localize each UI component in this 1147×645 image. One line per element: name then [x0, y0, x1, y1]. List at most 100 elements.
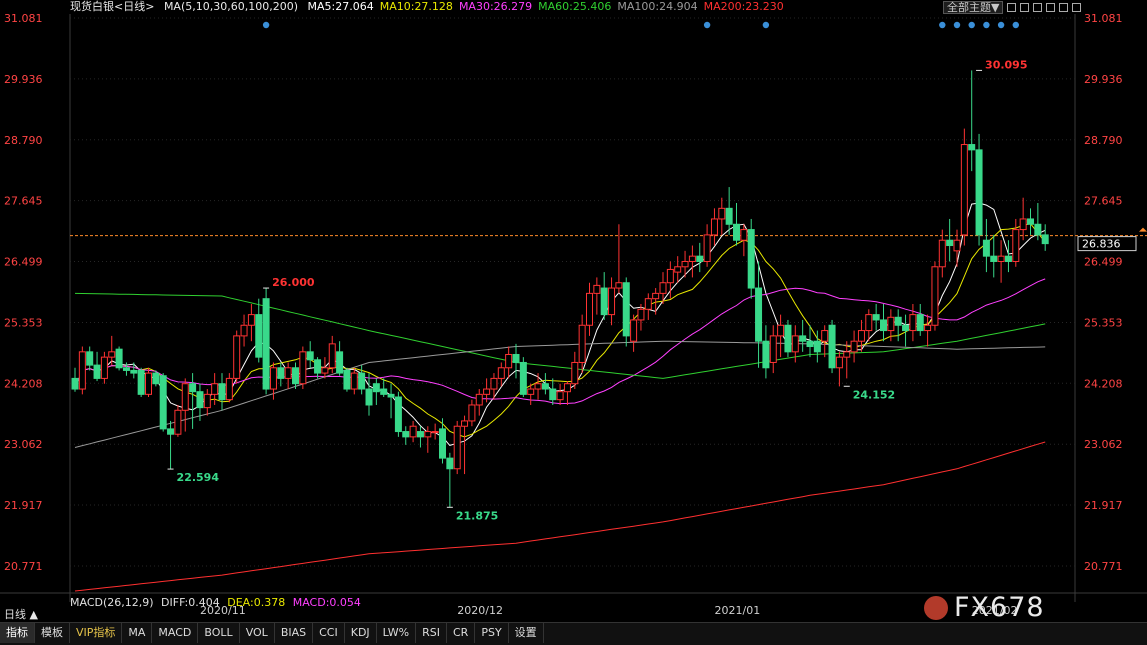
- tab-1[interactable]: 模板: [35, 623, 70, 643]
- window-icon[interactable]: [1007, 2, 1017, 12]
- candle-up: [461, 415, 469, 475]
- candle-up: [497, 362, 505, 387]
- candle-body: [181, 383, 189, 411]
- candle-up: [924, 314, 932, 347]
- candle-down: [277, 362, 285, 387]
- candle-body: [541, 383, 549, 390]
- candle-body: [159, 375, 167, 430]
- fx678-logo-icon: [924, 595, 948, 620]
- candle-body: [78, 351, 86, 390]
- tab-0[interactable]: 指标: [0, 623, 35, 643]
- candle-up: [769, 325, 777, 374]
- candle-body: [968, 144, 976, 151]
- candle-body: [821, 330, 829, 342]
- y-tick-left: 26.499: [4, 256, 43, 269]
- candle-body: [218, 383, 226, 401]
- candle-body: [299, 351, 307, 385]
- candle-up: [850, 330, 858, 363]
- candle-body: [931, 266, 939, 326]
- candle-up: [578, 314, 586, 374]
- candle-body: [321, 367, 329, 374]
- candle-body: [563, 383, 571, 393]
- candle-down: [189, 373, 197, 429]
- candle-down: [549, 378, 557, 405]
- tab-7[interactable]: BIAS: [275, 623, 314, 643]
- ma-values: MA5:27.064 MA10:27.128 MA30:26.279 MA60:25.…: [308, 0, 790, 13]
- tab-11[interactable]: RSI: [416, 623, 447, 643]
- y-axis: 31.081 31.081 29.936 29.936 28.790 28.790 27.6…: [4, 12, 1147, 573]
- tab-13[interactable]: PSY: [475, 623, 509, 643]
- candle-up: [777, 314, 785, 358]
- candle-up: [630, 314, 638, 352]
- candle-body: [578, 324, 586, 363]
- period-selector[interactable]: 日线 ▲: [4, 606, 38, 622]
- y-tick-right: 23.062: [1084, 438, 1123, 451]
- candle-down: [255, 298, 263, 363]
- tab-14[interactable]: 设置: [509, 623, 544, 643]
- candle-down: [159, 373, 167, 432]
- candle-body: [835, 356, 843, 369]
- candle-down: [982, 218, 990, 273]
- low-label: 22.594: [177, 471, 220, 484]
- candle-body: [696, 255, 704, 262]
- candle-up: [718, 197, 726, 235]
- tab-2[interactable]: VIP指标: [70, 623, 123, 643]
- layout-icon[interactable]: [1046, 2, 1056, 12]
- candle-down: [733, 203, 740, 246]
- candle-up: [468, 399, 476, 427]
- expand-icon[interactable]: [1059, 2, 1069, 12]
- tab-4[interactable]: MACD: [152, 623, 199, 643]
- close-icon[interactable]: [1072, 2, 1082, 12]
- ma-value-label: MA100:24.904: [617, 0, 698, 13]
- candle-body: [1034, 223, 1042, 236]
- candle-body: [358, 372, 366, 390]
- candle-up: [681, 250, 689, 278]
- candle-up: [703, 224, 711, 267]
- tab-5[interactable]: BOLL: [198, 623, 240, 643]
- candle-body: [534, 383, 542, 390]
- event-dot: [953, 21, 961, 29]
- event-dot: [997, 21, 1005, 29]
- candle-body: [894, 316, 902, 326]
- candle-body: [409, 425, 417, 438]
- candle-body: [152, 372, 160, 385]
- candle-body: [828, 324, 836, 369]
- price-chart[interactable]: 26.00022.59421.87524.15230.095 31.081 31.…: [0, 0, 1147, 622]
- candle-up: [350, 367, 358, 395]
- candle-up: [328, 335, 336, 374]
- candle-up: [490, 373, 498, 400]
- tab-6[interactable]: VOL: [240, 623, 275, 643]
- candle-body: [490, 377, 498, 390]
- candle-body: [483, 388, 491, 395]
- candle-up: [644, 293, 652, 320]
- tab-9[interactable]: KDJ: [345, 623, 377, 643]
- candle-body: [630, 319, 638, 342]
- period-tag: <日线>: [114, 0, 155, 13]
- candle-body: [145, 372, 152, 395]
- candle-body: [115, 348, 123, 369]
- tab-3[interactable]: MA: [122, 623, 153, 643]
- candle-body: [108, 351, 116, 358]
- candle-body: [549, 388, 557, 401]
- indicator-tabs: 指标 模板 VIP指标 MA MACD BOLL VOL BIAS CCI KDJ LW% RSI CR…: [0, 622, 1147, 645]
- y-tick-right: 31.081: [1084, 12, 1123, 25]
- candle-body: [269, 367, 277, 390]
- candle-body: [725, 207, 733, 225]
- x-tick-label: 2020/11: [200, 604, 246, 617]
- theme-button[interactable]: 全部主题▼: [943, 0, 1004, 14]
- candle-down: [968, 70, 976, 172]
- candle-body: [872, 314, 880, 321]
- candle-body: [718, 207, 726, 220]
- grid-icon[interactable]: [1020, 2, 1030, 12]
- candle-body: [203, 393, 211, 409]
- ma-value-label: MA200:23.230: [703, 0, 784, 13]
- candle-down: [784, 319, 792, 358]
- tab-10[interactable]: LW%: [377, 623, 417, 643]
- candle-up: [453, 420, 461, 475]
- candle-body: [600, 287, 608, 316]
- y-tick-right: 25.353: [1084, 316, 1123, 329]
- list-icon[interactable]: [1033, 2, 1043, 12]
- tab-8[interactable]: CCI: [313, 623, 345, 643]
- tab-12[interactable]: CR: [447, 623, 476, 643]
- y-tick-right: 27.645: [1084, 195, 1123, 208]
